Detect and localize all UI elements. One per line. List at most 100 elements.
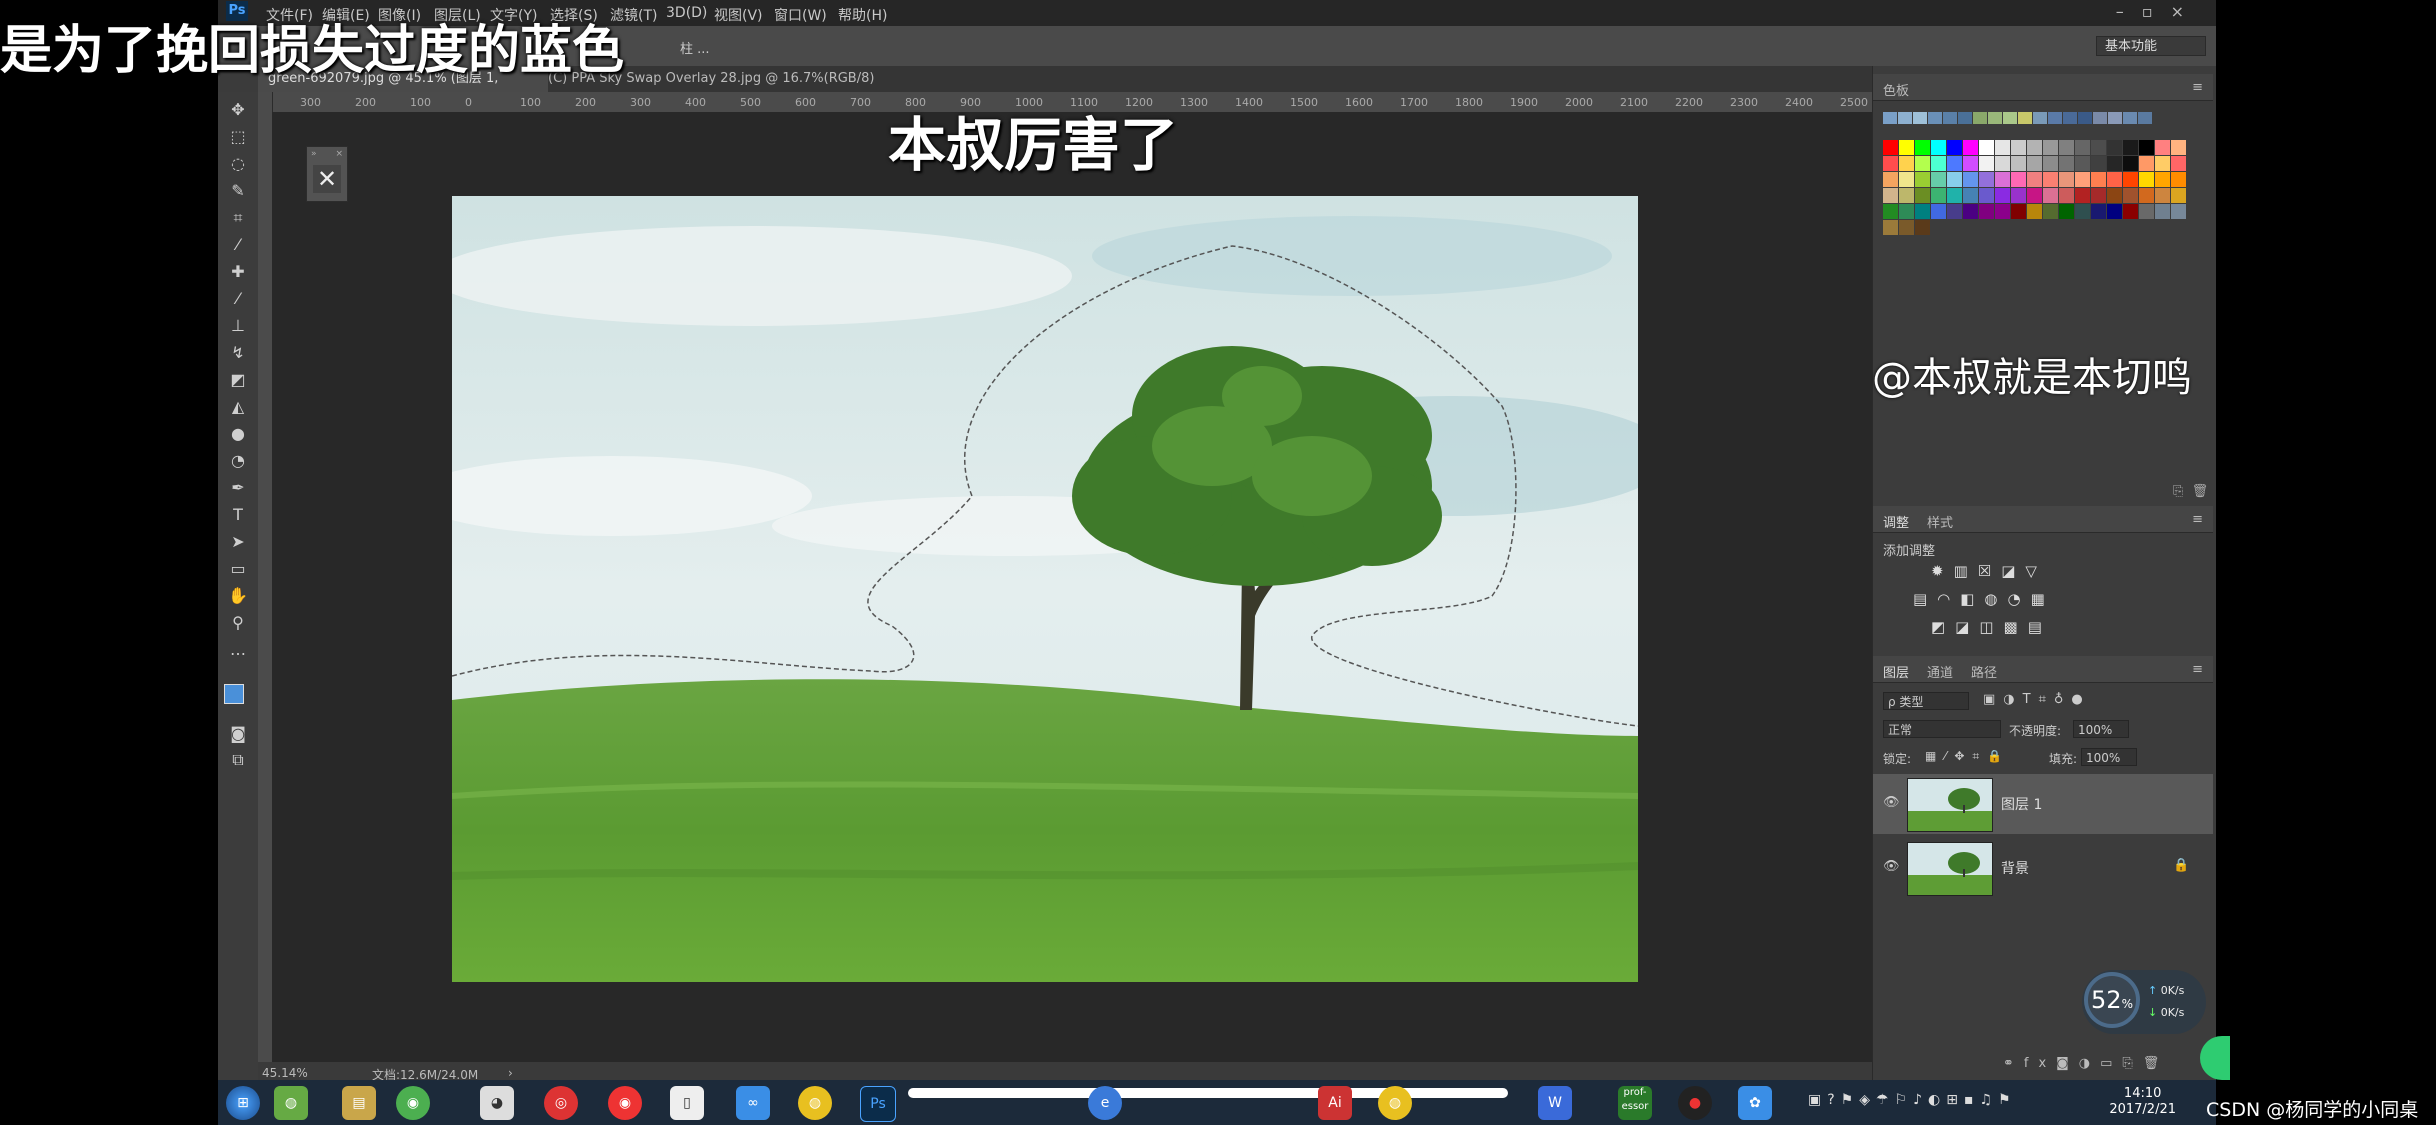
color-swatch[interactable] — [2075, 188, 2090, 203]
recent-swatch[interactable] — [1943, 112, 1957, 124]
color-swatch[interactable] — [2075, 204, 2090, 219]
color-swatch[interactable] — [1979, 172, 1994, 187]
color-swatch[interactable] — [1963, 172, 1978, 187]
recent-swatch[interactable] — [2123, 112, 2137, 124]
weibo-icon[interactable]: ◎ — [544, 1086, 578, 1120]
layer-filter-icons[interactable]: ▣◑T⌗♁● — [1983, 692, 2091, 707]
color-swatch[interactable] — [1899, 172, 1914, 187]
app-icon-2[interactable]: ✿ — [1738, 1086, 1772, 1120]
recent-swatch[interactable] — [1958, 112, 1972, 124]
recent-swatch[interactable] — [1898, 112, 1912, 124]
recent-swatch[interactable] — [1973, 112, 1987, 124]
lock-icons[interactable]: ▦⁄✥⌗🔒 — [1925, 749, 2010, 764]
color-swatch[interactable] — [1931, 204, 1946, 219]
color-swatch[interactable] — [1979, 188, 1994, 203]
color-swatch[interactable] — [2091, 156, 2106, 171]
marquee-tool-icon[interactable]: ⬚ — [228, 127, 248, 147]
panel-close-icon[interactable]: × — [335, 149, 343, 159]
recent-swatch[interactable] — [2003, 112, 2017, 124]
color-swatch[interactable] — [1915, 204, 1930, 219]
layer-row-background[interactable]: 👁 背景 🔒 — [1873, 838, 2213, 898]
crop-tool-icon[interactable]: ⌗ — [228, 208, 248, 228]
color-swatch[interactable] — [2011, 140, 2026, 155]
color-swatch[interactable] — [1931, 188, 1946, 203]
color-swatch[interactable] — [1883, 220, 1898, 235]
color-swatch[interactable] — [1947, 204, 1962, 219]
color-swatch[interactable] — [2091, 204, 2106, 219]
tab-styles[interactable]: 样式 — [1927, 512, 1953, 531]
color-swatch[interactable] — [1947, 140, 1962, 155]
color-swatch[interactable] — [1979, 156, 1994, 171]
taskbar-clock[interactable]: 14:10 2017/2/21 — [2109, 1086, 2176, 1118]
color-swatch[interactable] — [2091, 172, 2106, 187]
color-swatch[interactable] — [2011, 156, 2026, 171]
color-swatch[interactable] — [1963, 204, 1978, 219]
color-swatch[interactable] — [2107, 172, 2122, 187]
paint-bucket-icon[interactable]: ◭ — [228, 397, 248, 417]
color-swatch[interactable] — [2139, 204, 2154, 219]
color-swatch[interactable] — [1963, 188, 1978, 203]
color-swatch[interactable] — [2107, 140, 2122, 155]
color-swatch[interactable] — [2059, 140, 2074, 155]
app-icon[interactable]: ◍ — [274, 1086, 308, 1120]
color-swatch[interactable] — [1995, 172, 2010, 187]
color-swatch[interactable] — [2171, 156, 2186, 171]
color-swatch[interactable] — [2027, 156, 2042, 171]
color-swatch[interactable] — [1899, 156, 1914, 171]
color-swatch[interactable] — [1899, 220, 1914, 235]
color-swatch[interactable] — [1883, 140, 1898, 155]
color-swatch[interactable] — [2123, 156, 2138, 171]
color-swatch[interactable] — [1947, 156, 1962, 171]
chrome-icon-2[interactable]: ◍ — [1378, 1086, 1412, 1120]
color-swatch[interactable] — [2011, 204, 2026, 219]
menu-window[interactable]: 窗口(W) — [774, 5, 827, 25]
color-swatch[interactable] — [1883, 156, 1898, 171]
history-brush-icon[interactable]: ↯ — [228, 343, 248, 363]
eraser-tool-icon[interactable]: ◩ — [228, 370, 248, 390]
color-swatch[interactable] — [2139, 188, 2154, 203]
menu-3d[interactable]: 3D(D) — [666, 5, 707, 21]
illustrator-icon[interactable]: Ai — [1318, 1086, 1352, 1120]
recent-swatch[interactable] — [2063, 112, 2077, 124]
color-swatch[interactable] — [1883, 172, 1898, 187]
record-icon[interactable]: ● — [1678, 1086, 1712, 1120]
recent-swatch[interactable] — [1928, 112, 1942, 124]
color-swatch[interactable] — [2043, 156, 2058, 171]
dodge-tool-icon[interactable]: ◔ — [228, 451, 248, 471]
visibility-eye-icon[interactable]: 👁 — [1883, 860, 1900, 874]
cloud-icon[interactable]: ∞ — [736, 1086, 770, 1120]
color-swatch[interactable] — [1915, 220, 1930, 235]
color-swatch[interactable] — [2043, 188, 2058, 203]
document-image[interactable] — [452, 196, 1638, 982]
color-swatch[interactable] — [2139, 140, 2154, 155]
color-swatch[interactable] — [2171, 188, 2186, 203]
system-tray-icons[interactable]: ▣?⚑◈☂⚐♪◐⊞▪♫⚑ — [1808, 1092, 2017, 1108]
hand-tool-icon[interactable]: ✋ — [228, 586, 248, 606]
photoshop-taskbar-icon[interactable]: Ps — [860, 1086, 896, 1122]
color-swatch[interactable] — [1899, 140, 1914, 155]
tab-swatches[interactable]: 色板 — [1883, 80, 1909, 99]
color-swatch[interactable] — [1963, 140, 1978, 155]
color-swatch[interactable] — [2043, 204, 2058, 219]
color-swatch[interactable] — [2059, 172, 2074, 187]
recent-swatch[interactable] — [2093, 112, 2107, 124]
network-meter-widget[interactable]: 52% ↑ 0K/s ↓ 0K/s — [2082, 970, 2206, 1034]
fill-input[interactable]: 100% — [2081, 748, 2137, 766]
color-swatch[interactable] — [1995, 204, 2010, 219]
quick-mask-icon[interactable]: ◙ — [228, 724, 248, 744]
recent-swatch[interactable] — [2078, 112, 2092, 124]
color-swatch[interactable] — [2091, 140, 2106, 155]
color-swatch[interactable] — [2027, 140, 2042, 155]
more-tools-icon[interactable]: … — [228, 640, 248, 660]
foreground-color-swatch[interactable] — [224, 684, 244, 704]
color-swatch[interactable] — [2155, 188, 2170, 203]
recent-swatch[interactable] — [2108, 112, 2122, 124]
color-swatch[interactable] — [1979, 140, 1994, 155]
close-icon[interactable]: × — [2171, 2, 2202, 21]
panel-menu-icon[interactable]: ≡ — [2192, 80, 2203, 95]
brush-tool-icon[interactable]: ⁄ — [228, 289, 248, 309]
recent-swatch[interactable] — [2018, 112, 2032, 124]
color-swatch[interactable] — [1963, 156, 1978, 171]
music-icon[interactable]: ◉ — [608, 1086, 642, 1120]
panel-collapse-icon[interactable]: » — [311, 149, 317, 159]
